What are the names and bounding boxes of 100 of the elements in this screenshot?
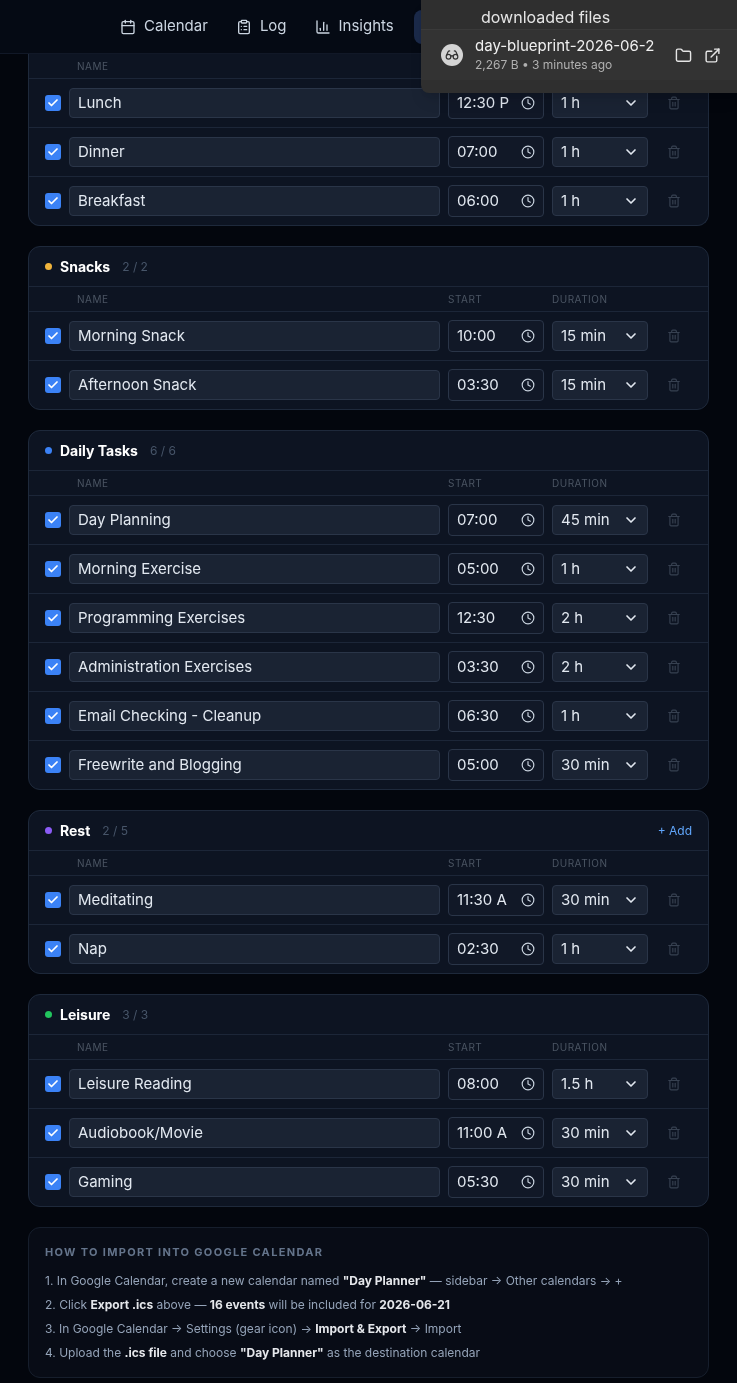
checkbox[interactable]	[45, 659, 61, 675]
check-icon	[47, 612, 59, 624]
name-field[interactable]: Gaming	[69, 1167, 440, 1197]
clock-icon	[521, 893, 535, 907]
check-icon	[47, 1127, 59, 1139]
instruction-step: 2. Click Export .ics above — 16 events will be included for 2026-06-21	[45, 1292, 692, 1317]
start-time-field[interactable]: 07:00	[448, 136, 544, 168]
nav-tab[interactable]: Calendar	[112, 9, 216, 44]
column-header: NAME	[76, 855, 110, 871]
duration-select[interactable]: 1 h	[552, 701, 648, 731]
duration-select[interactable]: 1 h	[552, 186, 648, 216]
checkbox[interactable]	[45, 193, 61, 209]
clock-icon	[521, 942, 535, 956]
name-field[interactable]: Meditating	[69, 885, 440, 915]
popup-title: downloaded files	[481, 9, 611, 25]
name-field[interactable]: Leisure Reading	[69, 1069, 440, 1099]
external-link-icon[interactable]	[704, 46, 721, 64]
duration-select[interactable]: 2 h	[552, 652, 648, 682]
checkbox[interactable]	[45, 941, 61, 957]
start-time-field[interactable]: 03:30	[448, 369, 544, 401]
category-count: 6 / 6	[149, 441, 176, 460]
checkbox[interactable]	[45, 95, 61, 111]
checkbox[interactable]	[45, 512, 61, 528]
name-field[interactable]: Audiobook/Movie	[69, 1118, 440, 1148]
nav-tab[interactable]: Log	[227, 9, 295, 44]
start-time-field[interactable]: 05:30	[448, 1166, 544, 1198]
column-header: START	[448, 475, 484, 491]
name-field[interactable]: Morning Exercise	[69, 554, 440, 584]
checkbox[interactable]	[45, 610, 61, 626]
category-title: Daily Tasks	[60, 441, 138, 461]
duration-select[interactable]: 30 min	[552, 1167, 648, 1197]
duration-select[interactable]: 1 h	[552, 554, 648, 584]
clock-icon	[521, 1126, 535, 1140]
checkbox[interactable]	[45, 708, 61, 724]
name-field[interactable]: Freewrite and Blogging	[69, 750, 440, 780]
checkbox[interactable]	[45, 757, 61, 773]
duration-select[interactable]: 1 h	[552, 137, 648, 167]
file-name: day-blueprint-2026-06-2	[475, 36, 655, 56]
clock-icon	[521, 96, 535, 110]
check-icon	[47, 330, 59, 342]
duration-select[interactable]: 45 min	[552, 505, 648, 535]
category-title: Leisure	[60, 1005, 111, 1025]
instruction-step: 3. In Google Calendar → Settings (gear icon) → Import & Export → Import	[45, 1316, 692, 1341]
folder-icon[interactable]	[675, 46, 692, 64]
start-time-field[interactable]: 12:30	[448, 602, 544, 634]
nav-tab[interactable]: Insights	[306, 9, 402, 44]
column-header: NAME	[76, 58, 110, 74]
checkbox[interactable]	[45, 328, 61, 344]
name-field[interactable]: Nap	[69, 934, 440, 964]
duration-select[interactable]: 30 min	[552, 885, 648, 915]
category-title: Snacks	[60, 257, 111, 277]
check-icon	[47, 379, 59, 391]
check-icon	[47, 146, 59, 158]
start-time-field[interactable]: 08:00	[448, 1068, 544, 1100]
column-header: START	[448, 291, 484, 307]
start-time-field[interactable]: 05:00	[448, 749, 544, 781]
clock-icon	[521, 660, 535, 674]
instructions-title: HOW TO IMPORT INTO GOOGLE CALENDAR	[45, 1244, 325, 1261]
name-field[interactable]: Email Checking - Cleanup	[69, 701, 440, 731]
checkbox[interactable]	[45, 144, 61, 160]
duration-select[interactable]: 1.5 h	[552, 1069, 648, 1099]
duration-select[interactable]: 15 min	[552, 321, 648, 351]
checkbox[interactable]	[45, 1076, 61, 1092]
name-field[interactable]: Programming Exercises	[69, 603, 440, 633]
start-time-field[interactable]: 03:30	[448, 651, 544, 683]
column-header: NAME	[76, 475, 110, 491]
duration-select[interactable]: 30 min	[552, 1118, 648, 1148]
checkbox[interactable]	[45, 892, 61, 908]
check-icon	[47, 661, 59, 673]
name-field[interactable]: Day Planning	[69, 505, 440, 535]
clock-icon	[521, 194, 535, 208]
start-time-field[interactable]: 07:00	[448, 504, 544, 536]
start-time-field[interactable]: 05:00	[448, 553, 544, 585]
calendar-icon	[120, 18, 136, 35]
column-header: NAME	[76, 291, 110, 307]
duration-select[interactable]: 2 h	[552, 603, 648, 633]
name-field[interactable]: Afternoon Snack	[69, 370, 440, 400]
clock-icon	[521, 145, 535, 159]
start-time-field[interactable]: 10:00	[448, 320, 544, 352]
download-item[interactable]: day-blueprint-2026-06-2 2,267 B • 3 minutes ago	[421, 30, 737, 80]
duration-select[interactable]: 1 h	[552, 934, 648, 964]
checkbox[interactable]	[45, 1125, 61, 1141]
add-link[interactable]: + Add	[657, 821, 692, 840]
duration-select[interactable]: 30 min	[552, 750, 648, 780]
start-time-field[interactable]: 11:30 A	[448, 884, 544, 916]
name-field[interactable]: Dinner	[69, 137, 440, 167]
clock-icon	[521, 378, 535, 392]
duration-select[interactable]: 15 min	[552, 370, 648, 400]
start-time-field[interactable]: 06:00	[448, 185, 544, 217]
checkbox[interactable]	[45, 1174, 61, 1190]
name-field[interactable]: Morning Snack	[69, 321, 440, 351]
start-time-field[interactable]: 02:30	[448, 933, 544, 965]
checkbox[interactable]	[45, 377, 61, 393]
start-time-field[interactable]: 06:30	[448, 700, 544, 732]
start-time-field[interactable]: 11:00 A	[448, 1117, 544, 1149]
column-header: START	[448, 1039, 484, 1055]
name-field[interactable]: Lunch	[69, 88, 440, 118]
name-field[interactable]: Breakfast	[69, 186, 440, 216]
checkbox[interactable]	[45, 561, 61, 577]
name-field[interactable]: Administration Exercises	[69, 652, 440, 682]
